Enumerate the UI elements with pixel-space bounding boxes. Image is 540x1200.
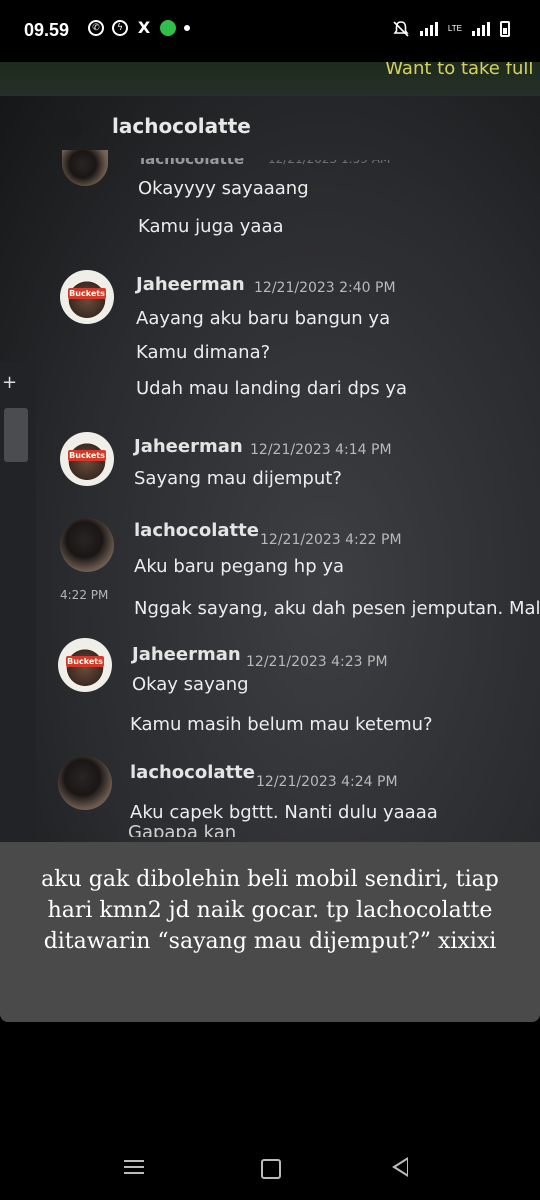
message-line: Okayyyy sayaaang [138, 178, 309, 199]
caption-text: aku gak dibolehin beli mobil sendiri, ti… [41, 867, 499, 954]
system-icons: LTE [392, 20, 510, 38]
recent-apps-button[interactable] [124, 1160, 144, 1174]
message-line: Kamu masih belum mau ketemu? [130, 714, 433, 735]
network-type: LTE [447, 24, 462, 33]
message-line: Aku capek bgttt. Nanti dulu yaaaa [130, 802, 438, 823]
notification-icons: ✆ ϟ X [88, 20, 190, 36]
message-line: Kamu dimana? [136, 342, 271, 363]
message-line: Sayang mau dijemput? [134, 468, 342, 489]
avatar-badge: Buckets [68, 450, 106, 461]
signal-icon [419, 22, 438, 36]
messenger-icon: ϟ [112, 20, 128, 36]
status-time: 09.59 [24, 20, 70, 40]
scrollbar [4, 408, 28, 462]
top-bar-text: Want to take full ac [385, 62, 540, 79]
message-timestamp: 12/21/2023 4:24 PM [256, 774, 398, 790]
back-button[interactable] [392, 1157, 408, 1177]
avatar: Buckets [60, 270, 114, 324]
avatar: Buckets [58, 638, 112, 692]
avatar-badge: Buckets [68, 288, 106, 299]
message-line: Okay sayang [132, 674, 249, 695]
message-line: Aku baru pegang hp ya [134, 556, 345, 577]
message-author: Jaheerman [134, 436, 243, 457]
battery-icon [500, 21, 510, 37]
message-timestamp: 12/21/2023 1:59 AM [268, 152, 391, 166]
message-author: Jaheerman [136, 274, 245, 295]
avatar [62, 150, 108, 186]
message-line: Nggak sayang, aku dah pesen jemputan. Ma… [134, 598, 540, 619]
message-timestamp: 12/21/2023 4:22 PM [260, 532, 402, 548]
channel-icon [60, 118, 82, 140]
message-timestamp: 12/21/2023 4:14 PM [250, 442, 392, 458]
avatar: Buckets [60, 432, 114, 486]
message-line: Kamu juga yaaa [138, 216, 284, 237]
avatar-badge: Buckets [66, 656, 104, 667]
message-author: Jaheerman [132, 644, 241, 665]
message-line: Aayang aku baru bangun ya [136, 308, 391, 329]
message-author: lachocolatte [130, 762, 255, 783]
navigation-bar [0, 1130, 540, 1200]
message-line: Udah mau landing dari dps ya [136, 378, 408, 399]
message-side-time: 4:22 PM [60, 588, 109, 602]
whatsapp-icon: ✆ [88, 20, 104, 36]
home-button[interactable] [261, 1159, 281, 1179]
signal-icon-2 [472, 22, 490, 36]
message-line: Gapapa kan [128, 822, 237, 843]
story-caption: aku gak dibolehin beli mobil sendiri, ti… [0, 842, 540, 1022]
green-app-icon [160, 20, 176, 36]
x-icon: X [137, 18, 151, 37]
avatar [58, 756, 112, 810]
message-author: lachocolatte [134, 520, 259, 541]
message-timestamp: 12/21/2023 2:40 PM [254, 280, 396, 296]
add-icon: + [2, 372, 18, 393]
status-bar: 09.59 ✆ ϟ X LTE [0, 0, 540, 62]
message-author: lachocolatte [140, 150, 245, 168]
more-notifications-dot [184, 25, 190, 31]
avatar [60, 518, 114, 572]
photo-top-bar: Want to take full ac [0, 62, 540, 96]
message-timestamp: 12/21/2023 4:23 PM [246, 654, 388, 670]
mute-icon [392, 20, 410, 38]
chat-header-name: lachocolatte [112, 114, 251, 138]
